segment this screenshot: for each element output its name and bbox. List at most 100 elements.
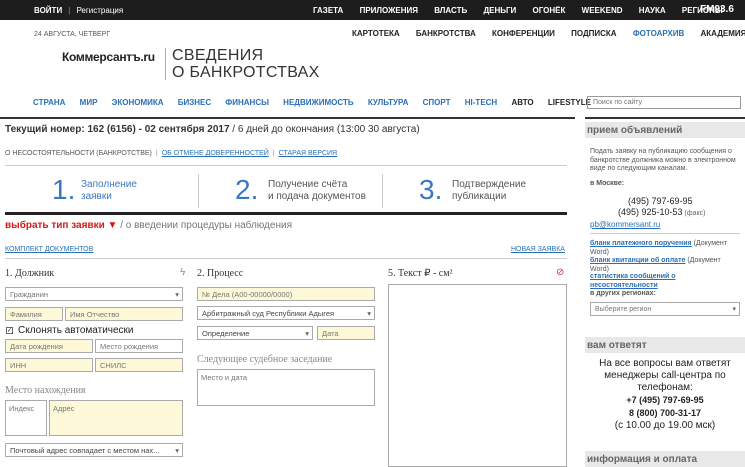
surname-field[interactable]: Фамилия — [5, 307, 63, 321]
step-number: 1. — [52, 174, 76, 205]
process-title: 2. Процесс — [197, 268, 244, 279]
step-divider — [382, 174, 383, 208]
next-hearing-label: Следующее судебное заседание — [197, 354, 333, 365]
step-label: Получение счёта и подача документов — [268, 179, 366, 202]
subnav-item[interactable]: ФОТОАРХИВ — [633, 29, 684, 38]
answer-phone: +7 (495) 797-69-95 — [626, 395, 704, 405]
lightning-icon[interactable]: ϟ — [180, 267, 185, 278]
region-select[interactable]: Выберите регион — [590, 302, 740, 316]
snils-field[interactable]: СНИЛС — [95, 358, 183, 372]
divider — [5, 258, 567, 259]
phone-2: (495) 925-10-53 (факс) — [618, 207, 706, 217]
logo-divider — [165, 48, 166, 80]
mainnav-item[interactable]: HI-TECH — [465, 98, 497, 107]
mainnav-item[interactable]: СПОРТ — [423, 98, 451, 107]
step-divider — [198, 174, 199, 208]
new-request-link[interactable]: НОВАЯ ЗАЯВКА — [511, 246, 565, 253]
mainnav-item[interactable]: СТРАНА — [33, 98, 65, 107]
doc-link-1: бланк платежного поручения (Документ Wor… — [590, 240, 727, 256]
birth-place-field[interactable]: Место рождения — [95, 339, 183, 353]
step-label: Заполнение заявки — [81, 179, 137, 202]
inn-field[interactable]: ИНН — [5, 358, 93, 372]
name-field[interactable]: Имя Отчество — [65, 307, 183, 321]
answer-heading: вам ответят — [585, 337, 745, 353]
logo[interactable]: Коммерсантъ.ru — [62, 50, 155, 64]
divider — [0, 117, 575, 119]
top-nav-item[interactable]: ДЕНЬГИ — [483, 6, 516, 15]
subnav-item[interactable]: БАНКРОТСТВА — [416, 29, 476, 38]
payment-order-link[interactable]: бланк платежного поручения — [590, 240, 692, 247]
debtor-type-select[interactable]: Гражданин — [5, 287, 183, 301]
ads-text: Подать заявку на публикацию сообщения о … — [590, 148, 736, 172]
issue-info: Текущий номер: 162 (6156) - 02 сентября … — [5, 124, 420, 135]
top-bar: ВОЙТИ | Регистрация ГАЗЕТА ПРИЛОЖЕНИЯ ВЛАС… — [0, 0, 745, 20]
divider — [585, 117, 745, 119]
mainnav-item[interactable]: ФИНАНСЫ — [225, 98, 269, 107]
checkbox-icon[interactable]: ✓ — [6, 326, 13, 334]
answer-hours: (с 10.00 до 19.00 мск) — [614, 420, 716, 431]
address-field[interactable]: Адрес — [49, 400, 183, 436]
mainnav-item[interactable]: ЭКОНОМИКА — [112, 98, 164, 107]
top-nav-item[interactable]: WEEKEND — [582, 6, 623, 15]
radio-link[interactable]: FM93.6 — [700, 4, 734, 15]
subnav-item[interactable]: КАРТОТЕКА — [352, 29, 400, 38]
doc-link-3: статистика сообщений о несостоятельности — [590, 273, 740, 290]
login-link[interactable]: ВОЙТИ — [34, 6, 62, 15]
request-type: выбрать тип заявки ▼ / о введении процед… — [5, 220, 292, 231]
location-label: Место нахождения — [5, 385, 86, 396]
top-nav-item[interactable]: ПРИЛОЖЕНИЯ — [360, 6, 418, 15]
subnav-item[interactable]: ПОДПИСКА — [571, 29, 617, 38]
postal-address-select[interactable]: Почтовый адрес совпадает с местом нах... — [5, 443, 183, 457]
doc-link-2: бланк квитанции об оплате (Документ Word… — [590, 257, 721, 273]
top-nav-item[interactable]: ГАЗЕТА — [313, 6, 343, 15]
birth-date-field[interactable]: Дата рождения — [5, 339, 93, 353]
statistics-link[interactable]: статистика сообщений о несостоятельности — [590, 273, 676, 289]
breadcrumb-link[interactable]: СТАРАЯ ВЕРСИЯ — [279, 150, 337, 157]
subnav-item[interactable]: АКАДЕМИЯ — [701, 29, 745, 38]
top-nav-item[interactable]: ОГОНЁК — [533, 6, 566, 15]
checkbox-label: Склонять автоматически — [18, 325, 134, 336]
place-date-field[interactable]: Место и дата — [197, 369, 375, 406]
step-number: 3. — [419, 174, 443, 205]
sub-nav: КАРТОТЕКА БАНКРОТСТВА КОНФЕРЕНЦИИ ПОДПИС… — [352, 29, 745, 38]
doc-kit-link[interactable]: КОМПЛЕКТ ДОКУМЕНТОВ — [5, 246, 93, 253]
mainnav-item[interactable]: БИЗНЕС — [178, 98, 211, 107]
date-field[interactable]: Дата — [317, 326, 375, 340]
mainnav-item[interactable]: НЕДВИЖИМОСТЬ — [283, 98, 353, 107]
auto-decline-checkbox[interactable]: ✓ Склонять автоматически — [6, 325, 134, 336]
breadcrumb: О НЕСОСТОЯТЕЛЬНОСТИ (БАНКРОТСТВЕ) | ОБ ОТМ… — [5, 150, 338, 157]
mainnav-item[interactable]: МИР — [80, 98, 98, 107]
mainnav-item[interactable]: АВТО — [511, 98, 533, 107]
index-field[interactable]: Индекс — [5, 400, 47, 436]
phone-1: (495) 797-69-95 — [628, 196, 693, 206]
text-editor[interactable] — [388, 284, 567, 467]
ads-heading: прием объявлений — [585, 122, 745, 138]
court-select[interactable]: Арбитражный суд Республики Адыгея — [197, 306, 375, 320]
step-label: Подтверждение публикации — [452, 179, 527, 202]
issue-deadline: / 6 дней до окончания (13:00 30 августа) — [229, 124, 420, 135]
search-input[interactable]: Поиск по сайту — [587, 96, 741, 109]
receipt-link[interactable]: бланк квитанции об оплате — [590, 257, 685, 264]
steps-panel: 1. Заполнение заявки 2. Получение счёта и … — [5, 165, 567, 215]
top-nav-item[interactable]: ВЛАСТЬ — [434, 6, 467, 15]
doc-type-select[interactable]: Определение — [197, 326, 313, 340]
top-nav-item[interactable]: НАУКА — [639, 6, 666, 15]
subnav-item[interactable]: КОНФЕРЕНЦИИ — [492, 29, 555, 38]
answer-text: На все вопросы вам ответят менеджеры cal… — [599, 358, 731, 393]
main-nav: СТРАНА МИР ЭКОНОМИКА БИЗНЕС ФИНАНСЫ НЕДВ… — [33, 98, 603, 107]
issue-label: Текущий номер: 162 (6156) - 02 сентября … — [5, 124, 230, 135]
breadcrumb-link[interactable]: ОБ ОТМЕНЕ ДОВЕРЕННОСТЕЙ — [162, 150, 269, 157]
request-type-value: / о введении процедуры наблюдения — [117, 220, 292, 231]
case-number-field[interactable]: № Дела (А00-00000/0000) — [197, 287, 375, 301]
register-link[interactable]: Регистрация — [76, 6, 123, 15]
mainnav-item[interactable]: LIFESTYLE — [548, 98, 591, 107]
eye-off-icon[interactable]: ⊘ — [556, 267, 564, 278]
mainnav-item[interactable]: КУЛЬТУРА — [368, 98, 409, 107]
text-title: 5. Текст ₽ - см² — [388, 268, 453, 279]
answer-phone: 8 (800) 700-31-17 — [628, 408, 702, 418]
email-link[interactable]: pb@kommersant.ru — [590, 220, 660, 229]
step-number: 2. — [235, 174, 259, 205]
request-type-dropdown[interactable]: выбрать тип заявки ▼ — [5, 220, 117, 231]
debtor-title: 1. Должник — [5, 268, 55, 279]
section-title-line: О БАНКРОТСТВАХ — [172, 64, 320, 81]
